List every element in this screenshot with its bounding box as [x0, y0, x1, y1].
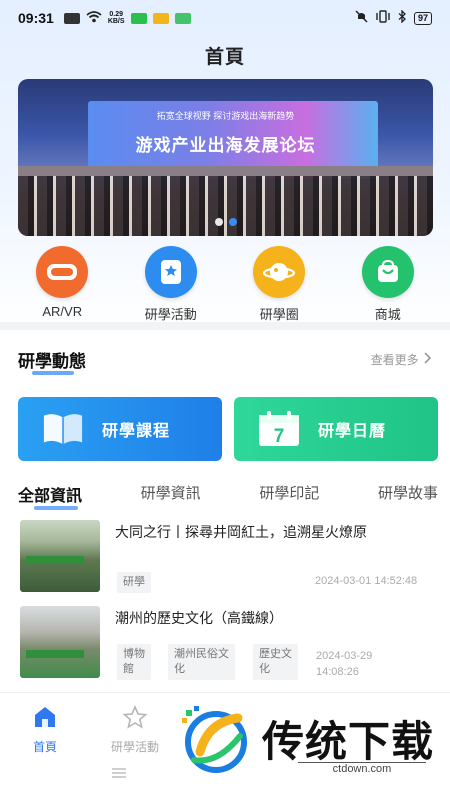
dynamics-section-header: 研學動態 查看更多	[18, 346, 432, 375]
tab-imprint[interactable]: 研學印記	[259, 482, 319, 510]
news-tag-line: 歷史文	[259, 648, 292, 660]
tab-stories[interactable]: 研學故事	[378, 482, 438, 510]
news-tag-line: 博物	[123, 648, 145, 660]
status-bar: 09:31 0.29 KB/S 97	[0, 0, 450, 36]
menu-handle-icon[interactable]	[112, 768, 126, 778]
view-more-link[interactable]: 查看更多	[371, 351, 432, 368]
battery-indicator: 97	[413, 11, 432, 25]
calendar-day: 7	[274, 426, 285, 447]
tab-info[interactable]: 研學資訊	[141, 482, 201, 510]
mute-icon	[355, 10, 368, 26]
quick-nav-label: AR/VR	[42, 304, 83, 319]
notification-icon	[63, 12, 80, 24]
network-speed: 0.29 KB/S	[108, 11, 125, 25]
news-thumbnail	[20, 606, 100, 678]
news-tag: 歷史文 化	[253, 644, 298, 680]
star-icon	[122, 704, 148, 734]
shopping-bag-icon	[361, 246, 414, 298]
card-label: 研學課程	[102, 423, 171, 440]
app-notification-icon-2	[174, 12, 191, 24]
list-item[interactable]: 潮州的歷史文化（高鐵線） 博物 館 潮州民俗文 化 歷史文 化 2024-03-…	[20, 606, 432, 684]
list-item[interactable]: 大同之行丨探尋井岡紅土，追溯星火燎原 研學 2024-03-01 14:52:4…	[20, 520, 432, 593]
news-tag-line: 潮州民俗文	[174, 648, 229, 660]
quick-nav-circle[interactable]: 研學圈	[229, 246, 329, 323]
wechat-icon	[130, 12, 147, 24]
quick-nav-activities[interactable]: 研學活動	[121, 246, 221, 323]
status-left: 09:31 0.29 KB/S	[18, 10, 191, 26]
carousel-indicator	[18, 218, 433, 226]
home-icon	[32, 705, 58, 734]
bottom-nav-label: 研學活動	[110, 740, 159, 754]
site-watermark: 传统下载 ctdown.com	[178, 700, 438, 780]
card-label: 研學日曆	[318, 423, 387, 440]
thumbnail-banner	[26, 650, 84, 658]
quick-nav-ar-vr[interactable]: AR/VR	[12, 246, 112, 323]
banner-stage	[18, 166, 433, 176]
carousel-dot-active[interactable]	[228, 218, 237, 226]
carousel-dot[interactable]	[214, 218, 223, 226]
wifi-icon	[86, 10, 102, 26]
news-date-time: 14:08:26	[316, 666, 359, 678]
news-thumbnail	[20, 520, 100, 592]
network-speed-value: 0.29	[109, 11, 123, 18]
chevron-right-icon	[422, 351, 432, 367]
quick-nav-label: 研學圈	[259, 307, 299, 322]
planet-icon	[253, 246, 306, 298]
open-book-icon	[42, 411, 84, 447]
quick-nav-label: 商城	[374, 307, 401, 322]
calendar-icon: 7	[258, 411, 300, 447]
vibrate-icon	[375, 10, 391, 26]
watermark-logo-icon	[178, 702, 254, 778]
tab-all[interactable]: 全部資訊	[18, 482, 82, 510]
news-tag: 潮州民俗文 化	[168, 644, 235, 680]
banner-carousel[interactable]: 拓宽全球视野 探讨游戏出海新趋势 游戏产业出海发展论坛	[18, 79, 433, 236]
banner-audience	[18, 176, 433, 236]
news-tag: 博物 館	[117, 644, 151, 680]
news-date: 2024-03-29 14:08:26	[316, 648, 372, 680]
quick-nav-shop[interactable]: 商城	[338, 246, 438, 323]
calendar-card-button[interactable]: 7 研學日曆	[234, 397, 438, 461]
bottom-nav-label: 首頁	[32, 740, 57, 754]
news-date: 2024-03-01 14:52:48	[315, 575, 418, 587]
course-card-button[interactable]: 研學課程	[18, 397, 222, 461]
news-title: 潮州的歷史文化（高鐵線）	[115, 610, 283, 626]
watermark-text: 传统下载	[262, 718, 435, 765]
section-divider	[0, 322, 450, 330]
news-tag: 研學	[117, 572, 151, 593]
course-cards: 研學課程 7 研學日曆	[18, 397, 438, 461]
banner-subtitle: 拓宽全球视野 探讨游戏出海新趋势	[156, 111, 295, 121]
news-tag-line: 館	[123, 663, 134, 675]
status-time: 09:31	[18, 10, 54, 26]
quick-nav-label: 研學活動	[144, 307, 197, 322]
bottom-nav-activities[interactable]: 研學活動	[95, 704, 175, 755]
bluetooth-icon	[398, 9, 407, 26]
news-title: 大同之行丨探尋井岡紅土，追溯星火燎原	[115, 524, 367, 540]
bottom-nav-home[interactable]: 首頁	[5, 705, 85, 755]
app-notification-icon	[152, 12, 169, 24]
vr-goggles-icon	[36, 246, 89, 298]
watermark-url: ctdown.com	[298, 762, 426, 775]
network-speed-unit: KB/S	[107, 18, 125, 25]
news-tabs: 全部資訊 研學資訊 研學印記 研學故事	[18, 482, 438, 510]
news-tag-line: 化	[174, 663, 185, 675]
news-tag-line: 化	[259, 663, 270, 675]
page-title: 首頁	[204, 47, 245, 68]
thumbnail-banner	[26, 556, 84, 564]
banner-headline: 游戏产业出海发展论坛	[135, 136, 316, 155]
news-date-day: 2024-03-29	[316, 650, 373, 662]
status-right: 97	[355, 9, 432, 26]
view-more-label: 查看更多	[370, 352, 419, 367]
bookmark-star-icon	[144, 246, 197, 298]
section-title: 研學動態	[18, 347, 86, 375]
quick-nav: AR/VR 研學活動 研學圈 商城	[8, 246, 442, 323]
